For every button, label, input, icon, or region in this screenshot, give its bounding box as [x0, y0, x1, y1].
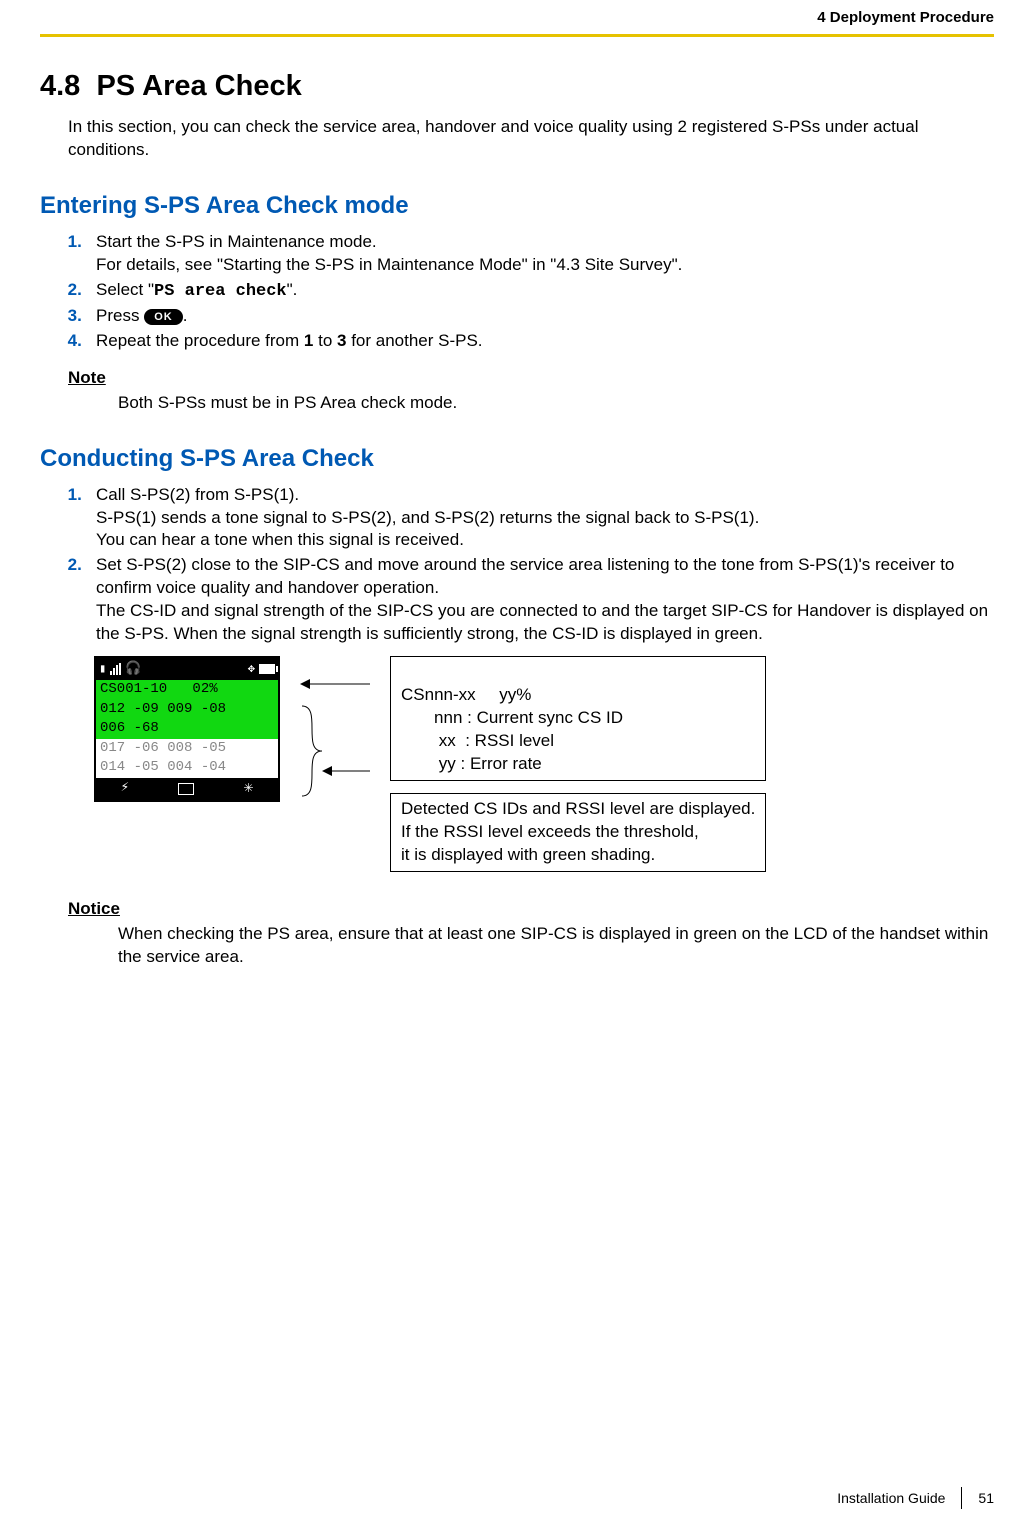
step-2-code: PS area check	[154, 282, 287, 301]
legend1-l1: CSnnn-xx yy%	[401, 685, 531, 704]
legend2-l1: Detected CS IDs and RSSI level are displ…	[401, 799, 755, 818]
conducting-steps: Call S-PS(2) from S-PS(1). S-PS(1) sends…	[68, 484, 994, 647]
battery-icon	[259, 664, 275, 674]
lcd-softkeys: ⚡ ✳	[96, 778, 278, 800]
step-4-n1: 1	[304, 331, 313, 350]
step-3: Press OK.	[96, 305, 994, 328]
step-1-line2: For details, see "Starting the S-PS in M…	[96, 255, 682, 274]
c2a: Set S-PS(2) close to the SIP-CS and move…	[96, 555, 954, 597]
footer-page-number: 51	[978, 1489, 994, 1508]
wave-icon: ✳	[244, 778, 254, 800]
step-1-line1: Start the S-PS in Maintenance mode.	[96, 232, 377, 251]
step-2-post: ".	[287, 280, 298, 299]
lcd-line-1: CS001-10 02%	[96, 680, 278, 700]
ok-button-icon: OK	[144, 309, 183, 326]
c1b: S-PS(1) sends a tone signal to S-PS(2), …	[96, 508, 759, 527]
headset-icon: 🎧	[125, 660, 141, 678]
chapter-header: 4 Deployment Procedure	[40, 0, 994, 34]
section-number: 4.8	[40, 70, 80, 102]
lcd-screen: ▮ 🎧 ✥ CS001-10 02% 012 -09 009 -08 006 -…	[94, 656, 280, 802]
arrow-annotations	[300, 656, 370, 801]
step-3-post: .	[183, 306, 188, 325]
c1c: You can hear a tone when this signal is …	[96, 530, 464, 549]
lcd-line-3: 006 -68	[96, 719, 278, 739]
nav-icon: ✥	[248, 661, 255, 677]
section-title: PS Area Check	[96, 70, 301, 102]
page-footer: Installation Guide 51	[837, 1487, 994, 1509]
subheading-entering: Entering S-PS Area Check mode	[40, 190, 994, 222]
c1a: Call S-PS(2) from S-PS(1).	[96, 485, 299, 504]
legend2-l3: it is displayed with green shading.	[401, 845, 655, 864]
legend1-l3: xx : RSSI level	[401, 731, 554, 750]
lcd-line-4: 017 -06 008 -05	[96, 739, 278, 759]
footer-doc-title: Installation Guide	[837, 1489, 945, 1508]
note-label: Note	[68, 367, 994, 390]
lcd-figure: ▮ 🎧 ✥ CS001-10 02% 012 -09 009 -08 006 -…	[94, 656, 994, 872]
legend-box-1: CSnnn-xx yy% nnn : Current sync CS ID xx…	[390, 656, 766, 781]
step-4-a: Repeat the procedure from	[96, 331, 304, 350]
grid-icon	[178, 783, 194, 795]
c-step-2: Set S-PS(2) close to the SIP-CS and move…	[96, 554, 994, 646]
intro-paragraph: In this section, you can check the servi…	[68, 116, 994, 162]
entering-steps: Start the S-PS in Maintenance mode. For …	[68, 231, 994, 354]
c-step-1: Call S-PS(2) from S-PS(1). S-PS(1) sends…	[96, 484, 994, 553]
step-4-b: to	[313, 331, 337, 350]
legend-box-2: Detected CS IDs and RSSI level are displ…	[390, 793, 766, 872]
legend1-l4: yy : Error rate	[401, 754, 542, 773]
section-heading: 4.8 PS Area Check	[40, 67, 994, 106]
step-4: Repeat the procedure from 1 to 3 for ano…	[96, 330, 994, 353]
c2b: The CS-ID and signal strength of the SIP…	[96, 601, 988, 643]
notice-label: Notice	[68, 898, 994, 921]
header-rule	[40, 34, 994, 37]
footer-divider	[961, 1487, 962, 1509]
subheading-conducting: Conducting S-PS Area Check	[40, 443, 994, 475]
step-2: Select "PS area check".	[96, 279, 994, 304]
plug-icon: ⚡	[121, 779, 129, 798]
lcd-line-2: 012 -09 009 -08	[96, 700, 278, 720]
lcd-status-bar: ▮ 🎧 ✥	[96, 658, 278, 680]
lcd-line-5: 014 -05 004 -04	[96, 758, 278, 778]
step-4-c: for another S-PS.	[346, 331, 482, 350]
note-body: Both S-PSs must be in PS Area check mode…	[118, 392, 994, 415]
step-3-pre: Press	[96, 306, 144, 325]
signal-bars-icon	[110, 663, 121, 675]
legend2-l2: If the RSSI level exceeds the threshold,	[401, 822, 699, 841]
step-2-pre: Select "	[96, 280, 154, 299]
notice-body: When checking the PS area, ensure that a…	[118, 923, 994, 969]
step-1: Start the S-PS in Maintenance mode. For …	[96, 231, 994, 277]
signal-icon: ▮	[99, 661, 106, 677]
legend1-l2: nnn : Current sync CS ID	[401, 708, 623, 727]
